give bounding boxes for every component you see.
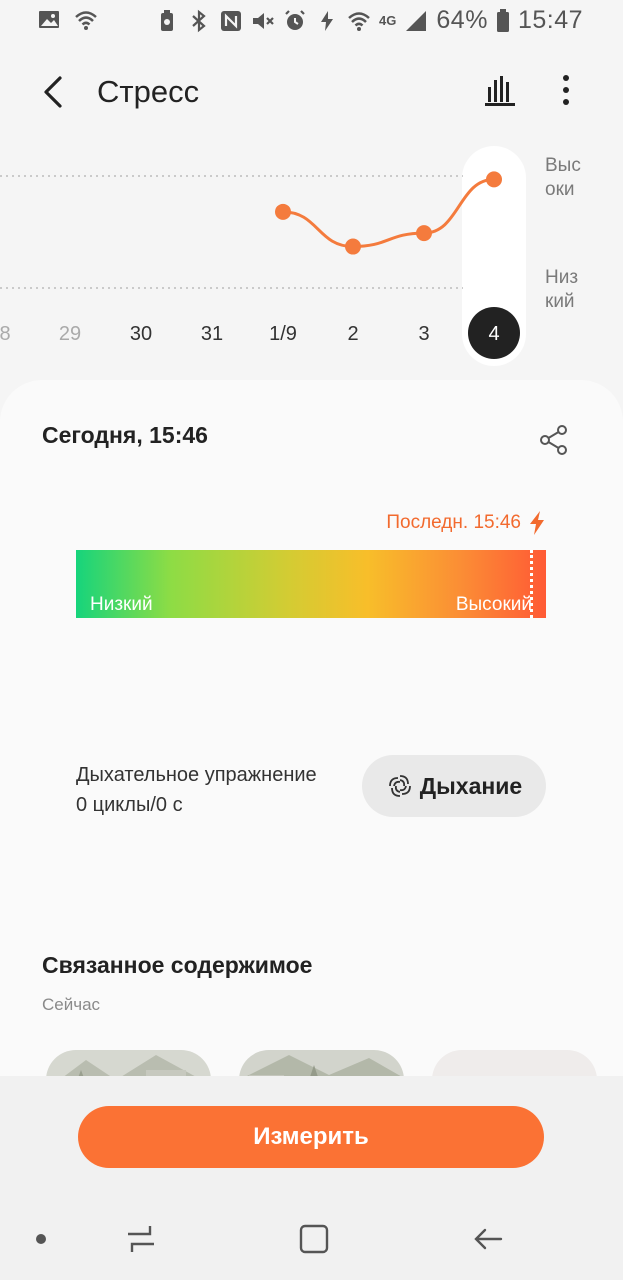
share-icon[interactable] bbox=[538, 424, 570, 456]
app-bar: Стресс bbox=[0, 48, 623, 136]
day-label[interactable]: 1/9 bbox=[269, 323, 297, 345]
gauge-low-label: Низкий bbox=[90, 594, 153, 615]
wifi-icon bbox=[75, 11, 97, 30]
breathing-info: Дыхательное упражнение 0 циклы/0 с bbox=[76, 760, 317, 820]
status-left-icons bbox=[38, 8, 98, 32]
related-content-subtitle: Сейчас bbox=[42, 995, 101, 1014]
level-label-low: Низ кий bbox=[545, 267, 579, 312]
status-bar: 4G 64% 15:47 bbox=[0, 0, 623, 40]
alarm-icon bbox=[285, 9, 305, 30]
navigation-bar bbox=[0, 1196, 623, 1280]
battery-icon bbox=[496, 8, 509, 32]
breathing-title: Дыхательное упражнение bbox=[76, 764, 317, 786]
day-label[interactable]: 4 bbox=[488, 323, 499, 345]
nav-pin-dot[interactable] bbox=[36, 1234, 46, 1244]
data-point bbox=[345, 238, 361, 255]
last-measurement-label: Последн. 15:46 bbox=[386, 512, 521, 533]
bluetooth-icon bbox=[192, 9, 206, 32]
stress-level-gauge: Низкий Высокий bbox=[76, 550, 546, 618]
day-label[interactable]: 31 bbox=[201, 323, 223, 345]
day-label[interactable]: 2 bbox=[347, 323, 358, 345]
recent-apps-icon[interactable] bbox=[124, 1222, 158, 1256]
page-title: Стресс bbox=[97, 74, 200, 109]
breathing-button[interactable]: Дыхание bbox=[362, 755, 546, 817]
breathing-stats: 0 циклы/0 с bbox=[76, 794, 183, 816]
data-point bbox=[416, 225, 432, 242]
level-label-high: Выс оки bbox=[545, 155, 581, 200]
bar-chart-icon[interactable] bbox=[482, 70, 518, 110]
measurement-date: Сегодня, 15:46 bbox=[42, 422, 208, 448]
battery-percent: 64% bbox=[436, 6, 488, 34]
battery-saver-icon bbox=[161, 9, 174, 31]
back-arrow-icon[interactable] bbox=[36, 72, 72, 112]
related-content-title: Связанное содержимое bbox=[42, 952, 313, 978]
gauge-current-marker bbox=[529, 550, 533, 618]
gauge-high-label: Высокий bbox=[455, 594, 532, 615]
day-label[interactable]: 3 bbox=[418, 323, 429, 345]
image-icon bbox=[39, 11, 59, 28]
breathing-button-label: Дыхание bbox=[419, 772, 523, 799]
measure-button[interactable]: Измерить bbox=[78, 1106, 544, 1168]
network-type: 4G bbox=[379, 13, 397, 28]
lightning-icon bbox=[530, 511, 544, 535]
wifi-icon bbox=[348, 11, 370, 31]
nfc-icon bbox=[221, 10, 242, 31]
data-point bbox=[275, 203, 291, 220]
home-icon[interactable] bbox=[297, 1222, 331, 1256]
breathing-swirl-icon bbox=[388, 775, 411, 797]
day-label[interactable]: 30 bbox=[130, 323, 152, 345]
day-label[interactable]: 29 bbox=[59, 323, 81, 345]
bottom-action-area: Измерить bbox=[0, 1076, 623, 1196]
signal-icon bbox=[406, 10, 427, 31]
stress-chart: 8 29 30 31 1/9 2 3 4 Выс оки Низ кий bbox=[0, 140, 623, 370]
stress-chart-svg: 8 29 30 31 1/9 2 3 4 bbox=[0, 146, 526, 366]
data-saver-icon bbox=[321, 10, 334, 31]
mute-icon bbox=[253, 12, 274, 29]
status-time: 15:47 bbox=[517, 6, 583, 34]
day-label[interactable]: 8 bbox=[0, 323, 11, 345]
status-right-icons: 4G 64% 15:47 bbox=[155, 6, 583, 35]
data-point bbox=[486, 171, 502, 188]
back-nav-icon[interactable] bbox=[471, 1222, 505, 1256]
last-measurement: Последн. 15:46 bbox=[386, 511, 547, 535]
more-vertical-icon[interactable] bbox=[552, 70, 580, 110]
